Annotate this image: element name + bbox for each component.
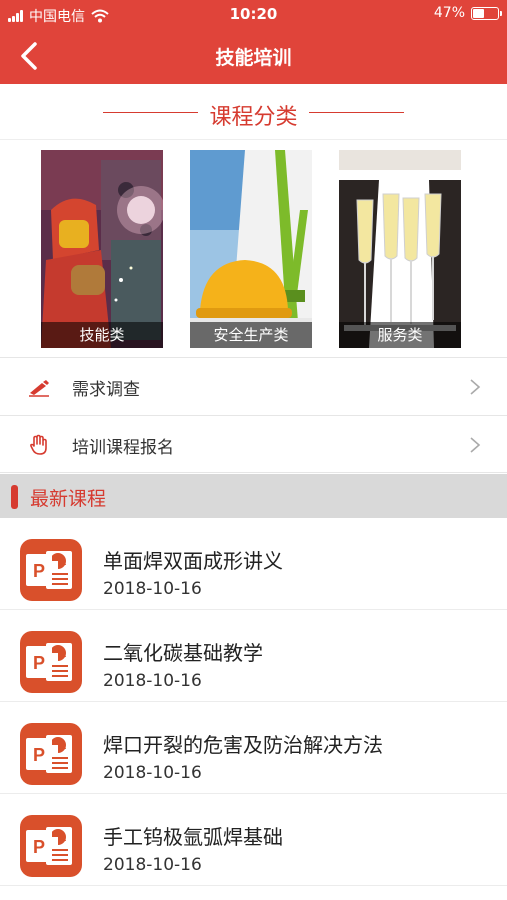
waiter-champagne-image [339, 150, 461, 348]
chevron-right-icon [470, 379, 481, 395]
svg-text:P: P [33, 745, 45, 765]
nav-bar: 技能培训 [0, 28, 507, 84]
latest-section-title: 最新课程 [30, 488, 107, 510]
course-list-item[interactable]: P 二氧化碳基础教学 2018-10-16 [0, 610, 507, 702]
divider-right [309, 112, 404, 113]
course-list-item[interactable]: P 手工钨极氩弧焊基础 2018-10-16 [0, 794, 507, 886]
svg-text:P: P [33, 837, 45, 857]
welding-worker-image [41, 150, 163, 348]
category-grid: 技能类 安全生产类 服务类 [0, 140, 507, 358]
course-title: 二氧化碳基础教学 [103, 641, 263, 665]
course-title: 单面焊双面成形讲义 [103, 549, 283, 573]
safety-worker-hardhat-image [190, 150, 312, 348]
course-date: 2018-10-16 [103, 855, 202, 875]
powerpoint-icon: P [20, 631, 82, 693]
pen-icon [29, 380, 49, 397]
menu-item-course-signup[interactable]: 培训课程报名 [0, 415, 507, 473]
category-label: 安全生产类 [190, 322, 312, 348]
category-label: 服务类 [339, 322, 461, 348]
course-title: 焊口开裂的危害及防治解决方法 [103, 733, 383, 757]
status-time: 10:20 [229, 5, 278, 23]
course-date: 2018-10-16 [103, 763, 202, 783]
course-date: 2018-10-16 [103, 671, 202, 691]
course-title: 手工钨极氩弧焊基础 [103, 825, 283, 849]
status-right: 47% [433, 5, 502, 21]
menu-item-label: 培训课程报名 [72, 438, 174, 458]
battery-percent: 47% [433, 5, 465, 21]
section-accent-bar [11, 485, 18, 509]
course-list-item[interactable]: P 焊口开裂的危害及防治解决方法 2018-10-16 [0, 702, 507, 794]
powerpoint-icon: P [20, 723, 82, 785]
page-title: 技能培训 [215, 47, 292, 69]
svg-text:P: P [33, 561, 45, 581]
category-card-safety[interactable]: 安全生产类 [190, 150, 312, 348]
menu-item-survey[interactable]: 需求调查 [0, 357, 507, 415]
category-card-skills[interactable]: 技能类 [41, 150, 163, 348]
category-section-title: 课程分类 [209, 105, 298, 130]
status-bar: 中国电信 10:20 47% [0, 0, 507, 28]
powerpoint-icon: P [20, 815, 82, 877]
chevron-right-icon [470, 437, 481, 453]
category-card-service[interactable]: 服务类 [339, 150, 461, 348]
category-label: 技能类 [41, 322, 163, 348]
powerpoint-icon: P [20, 539, 82, 601]
course-list-item[interactable]: P 单面焊双面成形讲义 2018-10-16 [0, 518, 507, 610]
svg-text:P: P [33, 653, 45, 673]
course-date: 2018-10-16 [103, 579, 202, 599]
battery-icon [471, 6, 502, 20]
hand-icon [30, 434, 47, 455]
menu-item-label: 需求调查 [72, 380, 140, 400]
category-section-header: 课程分类 [0, 84, 507, 140]
latest-section-header: 最新课程 [0, 474, 507, 518]
